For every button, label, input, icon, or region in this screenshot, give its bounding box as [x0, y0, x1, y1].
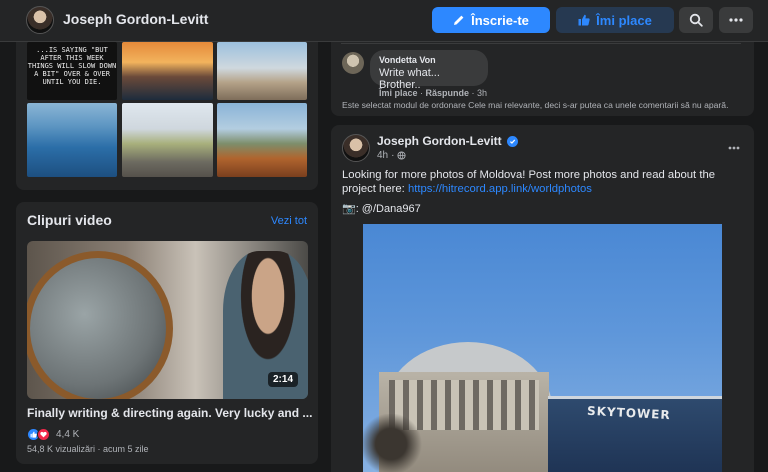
page-header: Joseph Gordon-Levitt Înscrie-te Îmi plac…: [0, 0, 768, 42]
comment-sort-note: Este selectat modul de ordonare Cele mai…: [342, 100, 729, 110]
more-dots-icon: [728, 146, 740, 150]
photo-blue-town[interactable]: [27, 103, 117, 177]
globe-icon: [397, 151, 407, 160]
comment-bubble: Vondetta Von Write what... Brother..: [370, 50, 488, 91]
photos-card: ...IS SAYING "BUT AFTER THIS WEEK THINGS…: [16, 30, 318, 190]
trees: [363, 414, 433, 472]
profile-avatar[interactable]: [26, 6, 54, 34]
video-duration: 2:14: [267, 372, 298, 387]
search-button[interactable]: [679, 7, 713, 33]
photo-street[interactable]: [122, 103, 213, 177]
post-photo[interactable]: SKYTOWER: [363, 224, 722, 472]
photo-quote-text: ...IS SAYING "BUT AFTER THIS WEEK THINGS…: [27, 46, 117, 86]
post-more-button[interactable]: [728, 137, 740, 155]
see-all-videos-link[interactable]: Vezi tot: [271, 215, 307, 227]
register-button[interactable]: Înscrie-te: [432, 7, 550, 33]
register-button-label: Înscrie-te: [471, 12, 529, 28]
verified-badge-icon: [506, 135, 518, 147]
photo-quote[interactable]: ...IS SAYING "BUT AFTER THIS WEEK THINGS…: [27, 42, 117, 100]
commenter-avatar[interactable]: [342, 52, 364, 74]
search-icon: [689, 13, 703, 27]
pen-icon: [454, 15, 464, 25]
video-thumbnail[interactable]: 2:14: [27, 241, 308, 399]
video-caption[interactable]: Finally writing & directing again. Very …: [27, 406, 312, 420]
post-credit: 📷: @/Dana967: [342, 203, 421, 215]
profile-name[interactable]: Joseph Gordon-Levitt: [63, 11, 208, 27]
comment-reply-link[interactable]: Răspunde: [426, 88, 470, 98]
mirror-image: [27, 251, 173, 399]
post-time-text[interactable]: 4h: [377, 150, 388, 161]
post-time: 4h ·: [377, 150, 407, 161]
comment-actions: Îmi place · Răspunde · 3h: [379, 88, 488, 98]
love-reaction-icon: [37, 428, 50, 441]
videos-card: Clipuri video Vezi tot 2:14 Finally writ…: [16, 202, 318, 464]
reaction-count: 4,4 K: [56, 429, 80, 440]
post-card: Joseph Gordon-Levitt 4h · Looking for mo…: [331, 125, 754, 472]
photo-sunset-river[interactable]: [122, 42, 213, 100]
post-link[interactable]: https://hitrecord.app.link/worldphotos: [408, 183, 592, 195]
comment-time: 3h: [477, 88, 488, 98]
like-page-label: Îmi place: [596, 12, 652, 28]
post-text: Looking for more photos of Moldova! Post…: [342, 168, 747, 196]
photo-city-building[interactable]: [217, 42, 307, 100]
video-meta: 54,8 K vizualizări · acum 5 zile: [27, 444, 149, 454]
more-options-button[interactable]: [719, 7, 753, 33]
photo-hill-town[interactable]: [217, 103, 307, 177]
videos-title: Clipuri video: [27, 212, 112, 228]
comment-like-link[interactable]: Îmi place: [379, 88, 418, 98]
more-dots-icon: [729, 18, 743, 22]
comment-card: Vondetta Von Write what... Brother.. Îmi…: [331, 30, 754, 116]
reactions[interactable]: 4,4 K: [27, 428, 79, 441]
post-author: Joseph Gordon-Levitt: [377, 134, 518, 148]
like-page-button[interactable]: Îmi place: [556, 7, 674, 33]
commenter-name[interactable]: Vondetta Von: [379, 55, 479, 65]
post-author-avatar[interactable]: [342, 134, 370, 162]
thumbs-up-icon: [578, 14, 590, 26]
post-author-name[interactable]: Joseph Gordon-Levitt: [377, 134, 502, 148]
